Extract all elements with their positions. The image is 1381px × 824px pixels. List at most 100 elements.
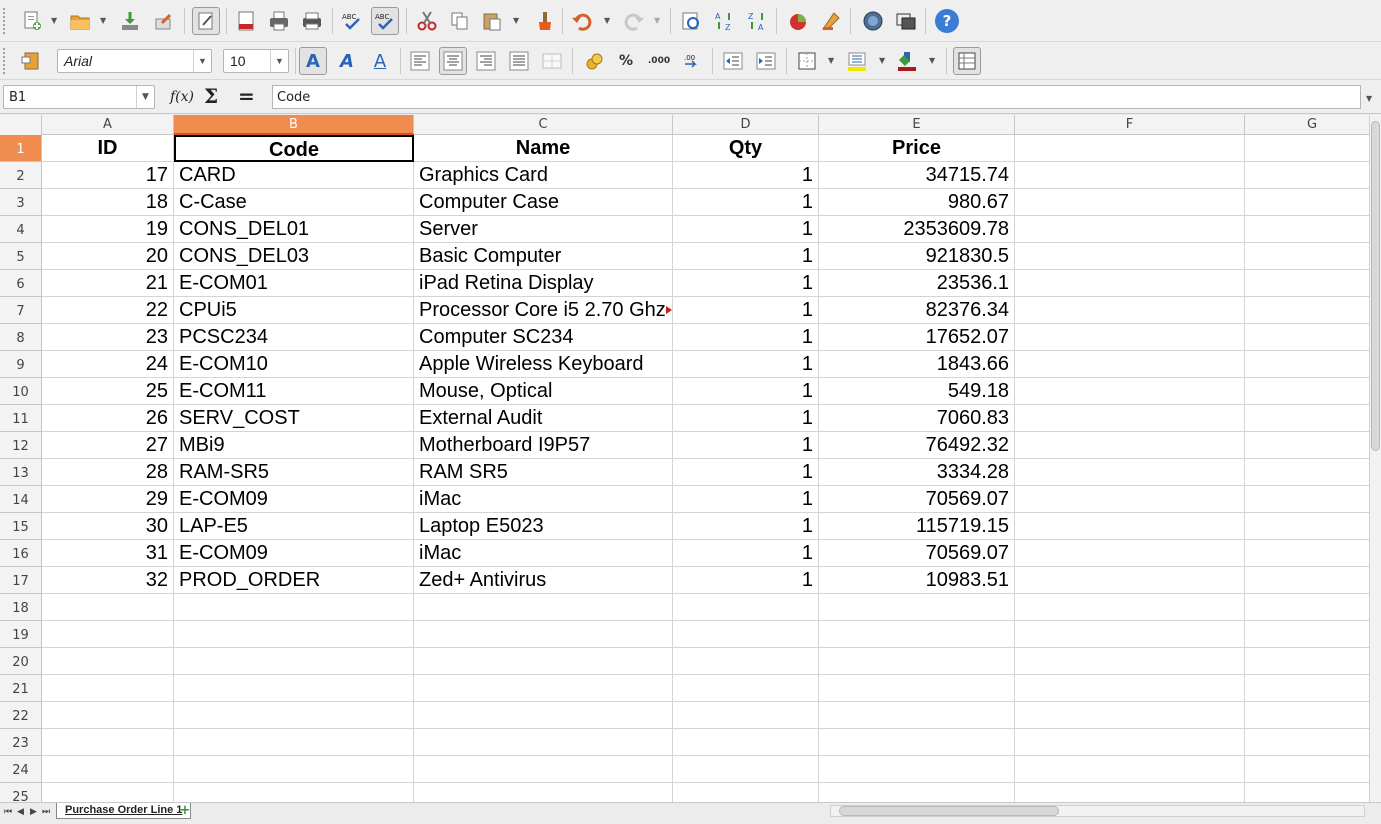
sort-descending-icon[interactable]: ZA: [743, 7, 771, 35]
prev-sheet-icon[interactable]: ◀: [17, 807, 24, 817]
cell-g15[interactable]: [1245, 513, 1371, 540]
cell-b15[interactable]: LAP-E5: [174, 513, 414, 540]
cell-b24[interactable]: [174, 756, 414, 783]
cell-c18[interactable]: [414, 594, 673, 621]
row-header-21[interactable]: 21: [0, 675, 42, 702]
cell-e9[interactable]: 1843.66: [819, 351, 1015, 378]
currency-icon[interactable]: [580, 47, 608, 75]
cell-b18[interactable]: [174, 594, 414, 621]
row-header-1[interactable]: 1: [0, 135, 42, 162]
cell-f6[interactable]: [1015, 270, 1245, 297]
cell-c5[interactable]: Basic Computer: [414, 243, 673, 270]
row-header-13[interactable]: 13: [0, 459, 42, 486]
cell-a25[interactable]: [42, 783, 174, 802]
cell-f22[interactable]: [1015, 702, 1245, 729]
next-sheet-icon[interactable]: ▶: [30, 807, 37, 817]
last-sheet-icon[interactable]: ⏭: [42, 807, 50, 817]
cell-a2[interactable]: 17: [42, 162, 174, 189]
cell-d15[interactable]: 1: [673, 513, 819, 540]
cell-f2[interactable]: [1015, 162, 1245, 189]
data-sources-icon[interactable]: [892, 7, 920, 35]
cell-g20[interactable]: [1245, 648, 1371, 675]
paste-icon[interactable]: [478, 7, 506, 35]
cell-b3[interactable]: C-Case: [174, 189, 414, 216]
underline-button[interactable]: A: [366, 47, 394, 75]
cell-g7[interactable]: [1245, 297, 1371, 324]
cell-d9[interactable]: 1: [673, 351, 819, 378]
cell-a24[interactable]: [42, 756, 174, 783]
cell-d20[interactable]: [673, 648, 819, 675]
cell-d2[interactable]: 1: [673, 162, 819, 189]
cell-b9[interactable]: E-COM10: [174, 351, 414, 378]
cell-b8[interactable]: PCSC234: [174, 324, 414, 351]
grid-lines-icon[interactable]: [953, 47, 981, 75]
cell-c9[interactable]: Apple Wireless Keyboard: [414, 351, 673, 378]
cell-g19[interactable]: [1245, 621, 1371, 648]
edit-mode-icon[interactable]: [192, 7, 220, 35]
row-header-9[interactable]: 9: [0, 351, 42, 378]
cell-b23[interactable]: [174, 729, 414, 756]
cell-e25[interactable]: [819, 783, 1015, 802]
cell-f11[interactable]: [1015, 405, 1245, 432]
undo-dropdown-icon[interactable]: ▼: [604, 16, 610, 25]
redo-icon[interactable]: [620, 7, 648, 35]
cell-a9[interactable]: 24: [42, 351, 174, 378]
cell-a19[interactable]: [42, 621, 174, 648]
cell-g10[interactable]: [1245, 378, 1371, 405]
row-header-19[interactable]: 19: [0, 621, 42, 648]
cell-g21[interactable]: [1245, 675, 1371, 702]
cell-e7[interactable]: 82376.34: [819, 297, 1015, 324]
cell-a8[interactable]: 23: [42, 324, 174, 351]
cell-c13[interactable]: RAM SR5: [414, 459, 673, 486]
justify-icon[interactable]: [505, 47, 533, 75]
help-icon[interactable]: ?: [933, 7, 961, 35]
align-center-icon[interactable]: [439, 47, 467, 75]
cell-b13[interactable]: RAM-SR5: [174, 459, 414, 486]
row-header-11[interactable]: 11: [0, 405, 42, 432]
cell-d11[interactable]: 1: [673, 405, 819, 432]
cell-e8[interactable]: 17652.07: [819, 324, 1015, 351]
cell-e21[interactable]: [819, 675, 1015, 702]
cell-c16[interactable]: iMac: [414, 540, 673, 567]
bold-button[interactable]: A: [299, 47, 327, 75]
row-header-12[interactable]: 12: [0, 432, 42, 459]
horizontal-scroll-thumb[interactable]: [839, 806, 1059, 816]
background-color-dropdown-icon[interactable]: ▼: [879, 56, 885, 65]
cell-c24[interactable]: [414, 756, 673, 783]
cell-d18[interactable]: [673, 594, 819, 621]
vertical-scroll-thumb[interactable]: [1371, 121, 1380, 451]
row-header-3[interactable]: 3: [0, 189, 42, 216]
add-sheet-icon[interactable]: +: [175, 804, 195, 818]
function-wizard-button[interactable]: f(x): [170, 89, 194, 105]
cell-a23[interactable]: [42, 729, 174, 756]
cell-f21[interactable]: [1015, 675, 1245, 702]
row-header-20[interactable]: 20: [0, 648, 42, 675]
cell-d8[interactable]: 1: [673, 324, 819, 351]
cell-a6[interactable]: 21: [42, 270, 174, 297]
open-dropdown-icon[interactable]: ▼: [100, 16, 106, 25]
cell-f3[interactable]: [1015, 189, 1245, 216]
row-header-22[interactable]: 22: [0, 702, 42, 729]
cell-c23[interactable]: [414, 729, 673, 756]
cell-g18[interactable]: [1245, 594, 1371, 621]
name-box[interactable]: B1 ▼: [3, 85, 155, 109]
cell-g2[interactable]: [1245, 162, 1371, 189]
borders-dropdown-icon[interactable]: ▼: [828, 56, 834, 65]
cell-d13[interactable]: 1: [673, 459, 819, 486]
cell-c19[interactable]: [414, 621, 673, 648]
cell-b25[interactable]: [174, 783, 414, 802]
font-name-dropdown-icon[interactable]: ▼: [193, 50, 211, 72]
cell-c7[interactable]: Processor Core i5 2.70 Ghz: [414, 297, 673, 324]
copy-icon[interactable]: [446, 7, 474, 35]
cell-c11[interactable]: External Audit: [414, 405, 673, 432]
cell-e23[interactable]: [819, 729, 1015, 756]
formula-input[interactable]: Code: [272, 85, 1361, 109]
cell-d16[interactable]: 1: [673, 540, 819, 567]
cell-g11[interactable]: [1245, 405, 1371, 432]
cell-c4[interactable]: Server: [414, 216, 673, 243]
row-header-23[interactable]: 23: [0, 729, 42, 756]
cell-d24[interactable]: [673, 756, 819, 783]
cell-g25[interactable]: [1245, 783, 1371, 802]
cell-d7[interactable]: 1: [673, 297, 819, 324]
new-dropdown-icon[interactable]: ▼: [51, 16, 57, 25]
